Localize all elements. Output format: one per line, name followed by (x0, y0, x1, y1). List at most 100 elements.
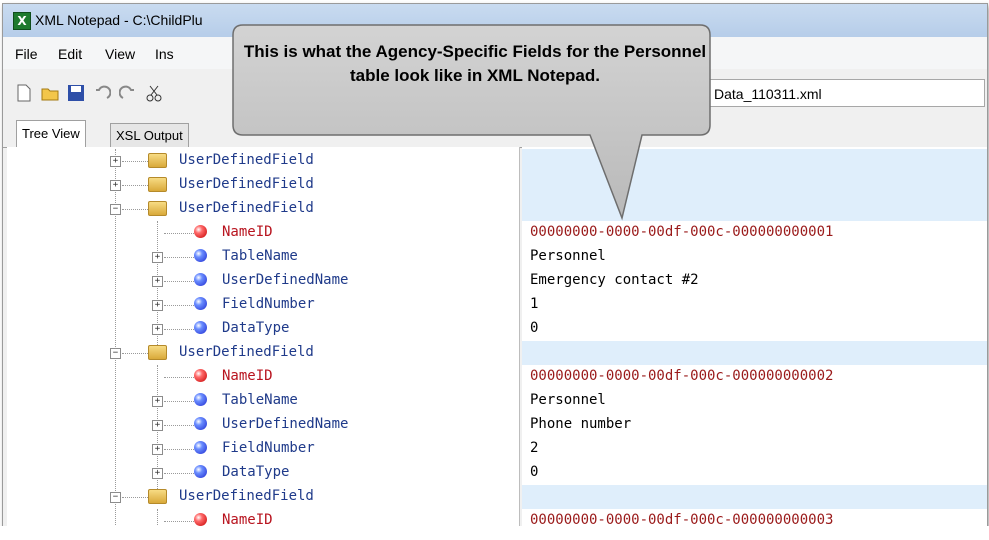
redo-icon[interactable] (119, 84, 137, 102)
expand-icon[interactable]: + (110, 156, 121, 167)
element-row-band (522, 149, 987, 173)
collapse-icon[interactable]: − (110, 492, 121, 503)
tree-connector (122, 353, 148, 354)
tree-connector (164, 449, 194, 450)
collapse-icon[interactable]: − (110, 204, 121, 215)
element-row-band (522, 341, 987, 365)
menu-file[interactable]: File (15, 46, 38, 62)
attribute-icon (194, 369, 207, 382)
tree-row[interactable]: − UserDefinedField (7, 197, 519, 221)
tree-connector (164, 473, 194, 474)
tree-connector (164, 281, 194, 282)
tree-node-label: UserDefinedField (179, 152, 314, 168)
tree-connector (164, 425, 194, 426)
expand-icon[interactable]: + (152, 324, 163, 335)
node-value[interactable]: 0 (530, 320, 538, 336)
value-pane[interactable]: 00000000-0000-00df-000c-000000000001 Pers… (522, 147, 987, 537)
tree-row[interactable]: + UserDefinedField (7, 149, 519, 173)
tree-row[interactable]: + TableName (7, 389, 519, 413)
menu-insert[interactable]: Ins (155, 46, 174, 62)
expand-icon[interactable]: + (152, 252, 163, 263)
collapse-icon[interactable]: − (110, 348, 121, 359)
menu-view[interactable]: View (105, 46, 135, 62)
node-value[interactable]: 1 (530, 296, 538, 312)
tree-connector (122, 161, 148, 162)
tree-connector (122, 209, 148, 210)
expand-icon[interactable]: + (152, 276, 163, 287)
tree-row[interactable]: + DataType (7, 461, 519, 485)
title-bar: X XML Notepad - C:\ChildPlu (3, 4, 987, 37)
tree-node-label: TableName (222, 392, 298, 408)
tree-node-label: UserDefinedName (222, 272, 349, 288)
callout-text: This is what the Agency-Specific Fields … (243, 42, 707, 85)
tree-connector (164, 305, 194, 306)
undo-icon[interactable] (93, 84, 111, 102)
expand-icon[interactable]: + (152, 468, 163, 479)
node-value[interactable]: Personnel (530, 248, 606, 264)
node-value[interactable]: Emergency contact #2 (530, 272, 699, 288)
tree-node-label: DataType (222, 320, 290, 336)
tree-node-label: FieldNumber (222, 440, 315, 456)
element-icon (194, 297, 207, 310)
attribute-icon (194, 513, 207, 526)
tree-row[interactable]: NameID (7, 365, 519, 389)
tree-node-label: FieldNumber (222, 296, 315, 312)
tab-tree-view[interactable]: Tree View (16, 120, 86, 149)
expand-icon[interactable]: + (152, 420, 163, 431)
expand-icon[interactable]: + (110, 180, 121, 191)
tree-row[interactable]: + UserDefinedName (7, 413, 519, 437)
node-value[interactable]: 0 (530, 464, 538, 480)
element-icon (194, 321, 207, 334)
tree-row[interactable]: − UserDefinedField (7, 341, 519, 365)
expand-icon[interactable]: + (152, 396, 163, 407)
tree-connector (122, 185, 148, 186)
node-value[interactable]: Phone number (530, 416, 631, 432)
tree-row[interactable]: + FieldNumber (7, 437, 519, 461)
element-row-band (522, 173, 987, 197)
tree-row[interactable]: + UserDefinedName (7, 269, 519, 293)
tree-node-label: UserDefinedField (179, 176, 314, 192)
tree-connector (164, 233, 194, 234)
tree-connector (164, 401, 194, 402)
tree-node-label: TableName (222, 248, 298, 264)
node-value[interactable]: 00000000-0000-00df-000c-000000000002 (530, 368, 833, 384)
open-icon[interactable] (41, 84, 59, 102)
tree-connector (164, 521, 194, 522)
menu-edit[interactable]: Edit (58, 46, 82, 62)
element-row-band (522, 197, 987, 221)
xml-notepad-icon: X (13, 12, 31, 30)
folder-icon (148, 345, 167, 360)
tree-node-label: UserDefinedName (222, 416, 349, 432)
tree-row[interactable]: − UserDefinedField (7, 485, 519, 509)
tree-row[interactable]: NameID (7, 221, 519, 245)
tree-connector (164, 257, 194, 258)
tree-node-label: UserDefinedField (179, 200, 314, 216)
tree-node-label: UserDefinedField (179, 488, 314, 504)
tree-node-label: NameID (222, 224, 273, 240)
folder-icon (148, 153, 167, 168)
tree-view-pane[interactable]: + UserDefinedField + UserDefinedField − UserD… (7, 147, 520, 537)
node-value[interactable]: 00000000-0000-00df-000c-000000000001 (530, 224, 833, 240)
save-icon[interactable] (67, 84, 85, 102)
element-icon (194, 249, 207, 262)
tree-connector (164, 329, 194, 330)
file-path-field[interactable]: Data_110311.xml (703, 79, 985, 107)
cut-icon[interactable] (145, 84, 163, 102)
element-icon (194, 441, 207, 454)
torn-edge (0, 526, 989, 540)
expand-icon[interactable]: + (152, 300, 163, 311)
tree-row[interactable]: + FieldNumber (7, 293, 519, 317)
expand-icon[interactable]: + (152, 444, 163, 455)
tree-row[interactable]: + DataType (7, 317, 519, 341)
tree-row[interactable]: + TableName (7, 245, 519, 269)
new-icon[interactable] (15, 84, 33, 102)
tree-row[interactable]: + UserDefinedField (7, 173, 519, 197)
tree-node-label: DataType (222, 464, 290, 480)
node-value[interactable]: 2 (530, 440, 538, 456)
node-value[interactable]: Personnel (530, 392, 606, 408)
tab-xsl-output[interactable]: XSL Output (110, 123, 189, 148)
tree-connector (164, 377, 194, 378)
tree-connector (122, 497, 148, 498)
attribute-icon (194, 225, 207, 238)
folder-icon (148, 177, 167, 192)
